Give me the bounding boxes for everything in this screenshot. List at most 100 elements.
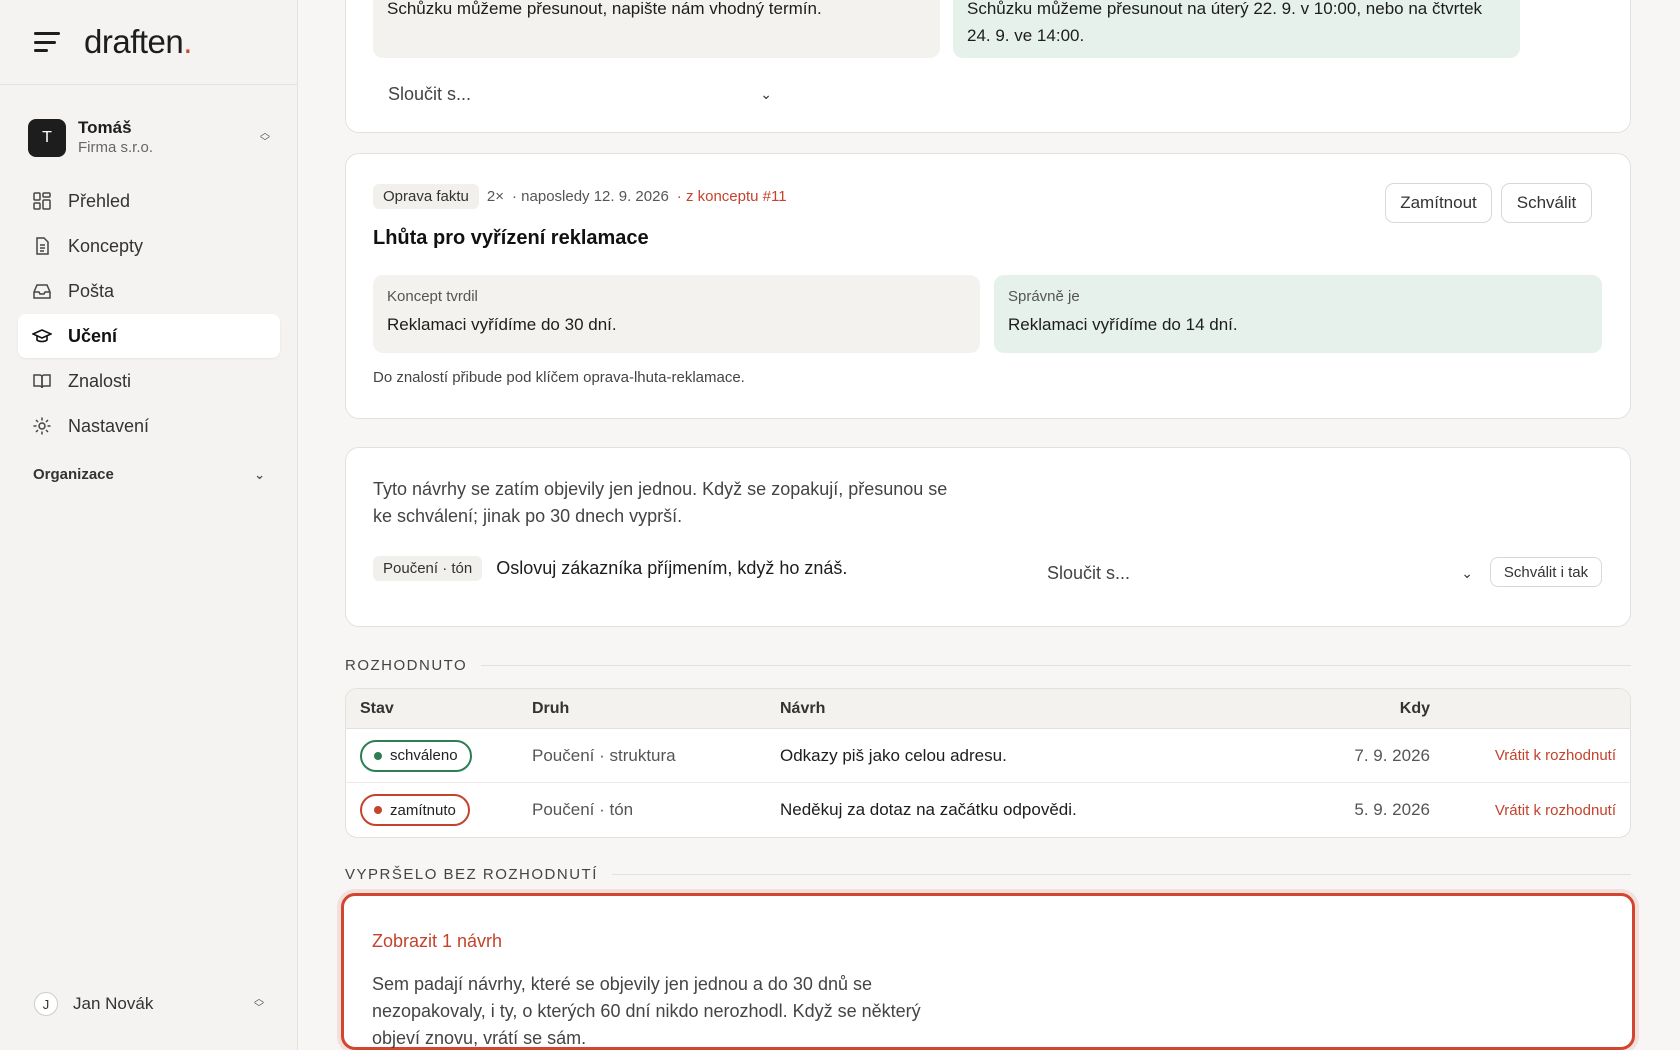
main-content: Schůzku můžeme přesunout, napište nám vh…: [298, 0, 1680, 1050]
user-switcher[interactable]: J Jan Novák ︿ ﹀: [34, 992, 266, 1016]
sidebar-item-posta[interactable]: Pošta: [18, 269, 280, 313]
header-druh: Druh: [532, 699, 570, 717]
chevron-down-icon: ⌄: [760, 85, 772, 102]
expired-line: Sem padají návrhy, které se objevily jen…: [372, 974, 872, 994]
decided-table: Stav Druh Návrh Kdy schváleno Poučení · …: [345, 688, 1631, 838]
show-expired-toggle[interactable]: Zobrazit 1 návrh: [372, 931, 502, 952]
draft-claim-box: Koncept tvrdil Reklamaci vyřídíme do 30 …: [373, 275, 980, 353]
sidebar-item-koncepty[interactable]: Koncepty: [18, 224, 280, 268]
status-text: zamítnuto: [390, 801, 456, 819]
sidebar-item-label: Učení: [68, 325, 118, 346]
draft-text-box: Schůzku můžeme přesunout, napište nám vh…: [373, 0, 940, 58]
source-draft-link[interactable]: · z konceptu #11: [677, 188, 787, 205]
row-kdy: 7. 9. 2026: [1354, 745, 1430, 765]
logo: draften.: [84, 23, 192, 60]
last-seen: · naposledy 12. 9. 2026: [512, 188, 669, 205]
organization-toggle[interactable]: Organizace ⌄: [33, 466, 265, 483]
dashboard-icon: [32, 191, 52, 211]
knowledge-note: Do znalostí přibude pod klíčem oprava-lh…: [373, 369, 745, 386]
suggestion-card-top: Schůzku můžeme přesunout, napište nám vh…: [345, 0, 1631, 133]
single-intro: Tyto návrhy se zatím objevily jen jednou…: [373, 476, 947, 530]
suggestion-text: Oslovuj zákazníka příjmením, když ho zná…: [496, 558, 848, 578]
correct-answer-text: Reklamaci vyřídíme do 14 dní.: [1008, 315, 1238, 334]
chevron-up-down-icon: ︿ ﹀: [260, 128, 270, 148]
chevron-up-down-icon: ︿ ﹀: [254, 994, 264, 1014]
merge-select-label: Sloučit s...: [388, 83, 472, 104]
sidebar-item-label: Pošta: [68, 280, 115, 301]
expired-line: objeví znovu, vrátí se sám.: [372, 1028, 587, 1048]
row-kdy: 5. 9. 2026: [1354, 800, 1430, 819]
sidebar-item-prehled[interactable]: Přehled: [18, 179, 280, 223]
fact-correction-card: Oprava faktu 2× · naposledy 12. 9. 2026 …: [345, 153, 1631, 419]
sidebar-item-label: Přehled: [68, 190, 131, 211]
document-icon: [32, 236, 52, 256]
reject-button[interactable]: Zamítnout: [1385, 183, 1492, 223]
book-icon: [32, 371, 52, 391]
user-avatar: J: [34, 992, 58, 1016]
occurrence-count: 2×: [486, 188, 504, 205]
correct-answer-box: Správně je Reklamaci vyřídíme do 14 dní.: [994, 275, 1602, 353]
gear-icon: [32, 416, 52, 436]
draft-text: Schůzku můžeme přesunout, napište nám vh…: [387, 0, 822, 18]
expired-card: Zobrazit 1 návrh Sem padají návrhy, kter…: [341, 893, 1635, 1050]
account-org: Firma s.r.o.: [78, 139, 154, 156]
menu-icon[interactable]: [34, 32, 60, 52]
table-row: schváleno Poučení · struktura Odkazy piš…: [346, 729, 1630, 783]
single-suggestion-row: Poučení · tón Oslovuj zákazníka příjmení…: [373, 556, 847, 581]
kind-tag: Poučení · tón: [373, 556, 483, 581]
account-avatar: T: [28, 119, 66, 157]
corrected-text: Schůzku můžeme přesunout na úterý 22. 9.…: [967, 0, 1483, 45]
organization-label: Organizace: [33, 466, 114, 483]
sidebar-item-nastaveni[interactable]: Nastavení: [18, 404, 280, 448]
account-switcher[interactable]: T Tomáš Firma s.r.o. ︿ ﹀: [28, 116, 272, 160]
row-navrh: Odkazy piš jako celou adresu.: [780, 745, 1007, 765]
header-kdy: Kdy: [1399, 699, 1430, 717]
row-navrh: Neděkuj za dotaz na začátku odpovědi.: [780, 800, 1077, 819]
merge-select[interactable]: Sloučit s... ⌄: [1047, 560, 1473, 586]
sidebar-item-label: Koncepty: [68, 235, 144, 256]
correct-answer-label: Správně je: [1008, 288, 1080, 305]
chevron-down-icon: ⌄: [1461, 564, 1473, 581]
status-badge: schváleno: [360, 739, 472, 772]
expired-description: Sem padají návrhy, které se objevily jen…: [372, 971, 921, 1050]
account-name: Tomáš: [78, 118, 132, 137]
header-navrh: Návrh: [780, 699, 826, 717]
chevron-down-icon: ⌄: [254, 466, 265, 482]
sidebar-item-uceni[interactable]: Učení: [18, 314, 280, 358]
inbox-icon: [32, 281, 52, 301]
table-header: Stav Druh Návrh Kdy: [346, 689, 1630, 729]
user-name: Jan Novák: [73, 994, 154, 1013]
sidebar-item-label: Nastavení: [68, 415, 150, 436]
single-intro-line: Tyto návrhy se zatím objevily jen jednou…: [373, 479, 948, 499]
corrected-text-box: Schůzku můžeme přesunout na úterý 22. 9.…: [953, 0, 1520, 58]
revert-decision-link[interactable]: Vrátit k rozhodnutí: [1430, 747, 1630, 764]
card-meta-row: Oprava faktu 2× · naposledy 12. 9. 2026 …: [373, 184, 787, 209]
graduation-cap-icon: [32, 326, 52, 346]
table-row: zamítnuto Poučení · tón Neděkuj za dotaz…: [346, 783, 1630, 837]
kind-tag: Oprava faktu: [373, 184, 479, 209]
status-text: schváleno: [390, 747, 458, 764]
sidebar-nav: Přehled Koncepty Pošta Učení Znalosti Na…: [18, 179, 280, 449]
sidebar: draften. T Tomáš Firma s.r.o. ︿ ﹀ Přehled…: [0, 0, 298, 1050]
brand-bar: draften.: [0, 0, 297, 85]
sidebar-item-label: Znalosti: [68, 370, 132, 391]
single-intro-line: ke schválení; jinak po 30 dnech vyprší.: [373, 506, 683, 526]
merge-select-label: Sloučit s...: [1047, 562, 1131, 583]
card-title: Lhůta pro vyřízení reklamace: [373, 227, 649, 249]
expired-section-title: VYPRŠELO BEZ ROZHODNUTÍ: [345, 866, 1631, 883]
status-badge: zamítnuto: [360, 794, 470, 826]
expired-line: nezopakovaly, i ty, o kterých 60 dní nik…: [372, 1001, 921, 1021]
draft-claim-text: Reklamaci vyřídíme do 30 dní.: [387, 315, 617, 334]
merge-select[interactable]: Sloučit s... ⌄: [388, 80, 772, 108]
row-druh: Poučení · struktura: [532, 745, 676, 765]
expired-title-text: VYPRŠELO BEZ ROZHODNUTÍ: [345, 866, 598, 883]
revert-decision-link[interactable]: Vrátit k rozhodnutí: [1430, 802, 1630, 819]
draft-claim-label: Koncept tvrdil: [387, 288, 478, 305]
approve-anyway-button[interactable]: Schválit i tak: [1490, 557, 1602, 587]
decided-section-title: ROZHODNUTO: [345, 657, 1631, 674]
single-occurrence-card: Tyto návrhy se zatím objevily jen jednou…: [345, 447, 1631, 627]
approve-button[interactable]: Schválit: [1501, 183, 1592, 223]
row-druh: Poučení · tón: [532, 800, 634, 819]
sidebar-item-znalosti[interactable]: Znalosti: [18, 359, 280, 403]
header-stav: Stav: [360, 699, 394, 717]
